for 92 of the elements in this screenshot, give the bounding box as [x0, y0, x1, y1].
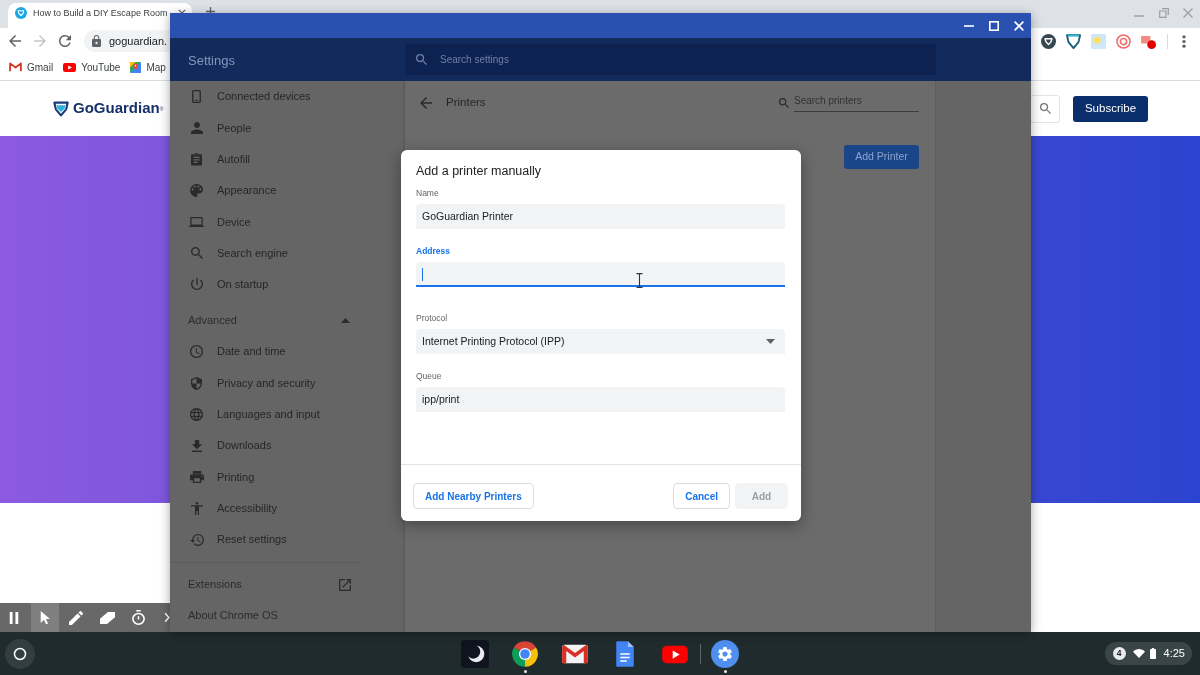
shield-icon [15, 7, 27, 19]
history-icon [189, 533, 204, 546]
accessibility-icon [190, 501, 203, 515]
record-icon[interactable] [1141, 33, 1156, 49]
sidebar-item[interactable]: Device [170, 206, 403, 238]
search-field[interactable]: Search settings [405, 44, 936, 75]
logo-shield-icon [53, 100, 69, 117]
shield-icon [191, 376, 202, 390]
nearby-printers-button[interactable]: Add Nearby Printers [413, 483, 534, 509]
field-label: Address [416, 246, 450, 256]
bookmark-link[interactable]: YouTube [63, 59, 121, 75]
globe-icon [190, 407, 203, 421]
download-icon [191, 439, 202, 452]
i-beam-pointer-icon [636, 273, 643, 288]
clock-time: 4:25 [1163, 646, 1185, 662]
clipboard-icon [191, 152, 202, 166]
sidebar-item[interactable]: On startup [170, 268, 403, 301]
maximize-icon[interactable] [988, 20, 999, 31]
search-icon [190, 247, 203, 260]
person-icon [190, 121, 203, 134]
more-options-icon[interactable] [1182, 34, 1186, 48]
printer-icon [189, 470, 204, 483]
highlighter-icon [100, 611, 116, 624]
sidebar-item[interactable]: Reset settings [170, 523, 403, 556]
stopwatch-icon [132, 610, 146, 625]
protocol-dropdown[interactable]: Internet Printing Protocol (IPP) [416, 329, 785, 354]
gear-icon[interactable] [711, 640, 739, 668]
field-label: Protocol [416, 313, 448, 323]
sidebar-item[interactable]: Connected devices [170, 81, 403, 113]
sidebar-item[interactable]: Languages and input [170, 398, 403, 430]
laptop-icon [189, 216, 204, 227]
shield-outline-icon[interactable] [1066, 33, 1081, 49]
sidebar-link[interactable]: Extensions [170, 569, 403, 601]
field-label: Queue [416, 371, 442, 381]
advanced-section-toggle[interactable]: Advanced [170, 305, 403, 337]
pointer-icon [40, 610, 51, 625]
play-icon [63, 62, 77, 72]
settings-title: Settings [188, 52, 235, 68]
sidebar-link[interactable]: About Chrome OS [170, 600, 403, 632]
text-field[interactable] [416, 262, 785, 287]
bookmark-link[interactable]: Gmail [9, 59, 54, 75]
back-arrow-icon[interactable] [9, 35, 21, 47]
chevron-right-icon[interactable] [164, 612, 170, 623]
dialog-title: Add a printer manually [416, 164, 542, 178]
battery-icon [1149, 648, 1156, 659]
pen-icon [69, 610, 84, 625]
pointer-tool[interactable] [31, 603, 60, 632]
sidebar-item[interactable]: Privacy and security [170, 367, 403, 399]
field-label: Name [416, 188, 439, 198]
status-tray[interactable]: 4 4:25 [1104, 642, 1192, 665]
palette-icon [190, 184, 203, 198]
text-field[interactable]: ipp/print [416, 387, 785, 412]
back-arrow-icon[interactable] [420, 97, 432, 109]
caret-icon [766, 339, 775, 344]
text-cursor-icon [422, 268, 423, 281]
sidebar-item[interactable]: People [170, 112, 403, 144]
text-field[interactable]: GoGuardian Printer [416, 204, 785, 229]
search-icon [1039, 103, 1051, 114]
sidebar-item[interactable]: Autofill [170, 143, 403, 175]
wifi-icon [1132, 649, 1145, 658]
clock-icon [190, 345, 203, 359]
notification-badge: 4 [1112, 647, 1126, 660]
tricolor-circle-icon[interactable] [511, 640, 539, 668]
bookmark-link[interactable]: Map [130, 59, 166, 75]
sidebar-item[interactable]: Downloads [170, 429, 403, 462]
reload-icon[interactable] [59, 35, 71, 47]
crescent-app-icon[interactable] [461, 640, 489, 668]
mail-icon [9, 62, 22, 72]
search-icon [416, 54, 427, 65]
map-pin-icon [130, 61, 142, 73]
pause-icon [8, 611, 19, 624]
power-icon [190, 278, 203, 291]
caret-up-icon[interactable] [341, 318, 350, 324]
sidebar-item[interactable]: Date and time [170, 336, 403, 368]
sidebar-item[interactable]: Search engine [170, 237, 403, 269]
logo-text: GoGuardian$^{®}$ [73, 98, 164, 119]
page-title: Printers [446, 95, 486, 111]
add-printer-button[interactable]: Add Printer [844, 145, 919, 169]
open-external-icon[interactable] [339, 578, 351, 591]
phone-icon [192, 90, 201, 104]
browser-tab[interactable]: How to Build a DIY Escape Room [8, 3, 192, 28]
sidebar-item[interactable]: Printing [170, 461, 403, 493]
subscribe-button[interactable]: Subscribe [1073, 95, 1148, 122]
sidebar-item[interactable]: Accessibility [170, 492, 403, 524]
sidebar-item[interactable]: Appearance [170, 174, 403, 207]
launcher-icon[interactable] [5, 638, 35, 669]
shield-badge-icon[interactable] [1041, 33, 1056, 49]
cancel-button[interactable]: Cancel [673, 483, 730, 509]
lock-icon [92, 35, 101, 47]
search-icon [779, 98, 789, 108]
ring-icon[interactable] [1116, 33, 1131, 49]
address-bar[interactable]: goguardian. [84, 30, 170, 52]
